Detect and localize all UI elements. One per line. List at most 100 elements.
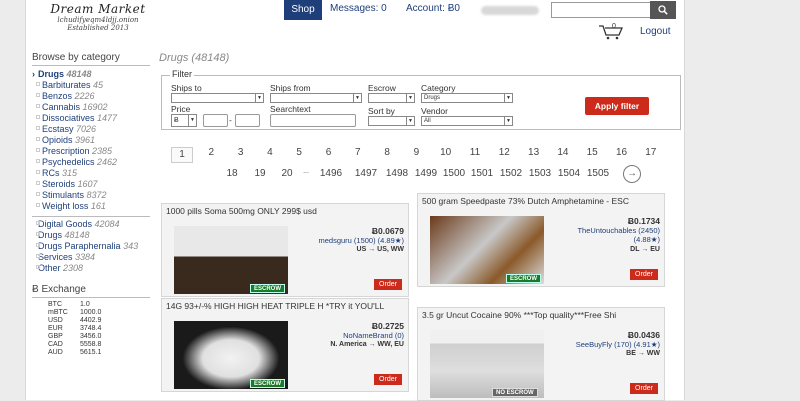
search-button[interactable] [650, 1, 676, 19]
cart-count: 0 [612, 23, 616, 30]
sidebar-item-weight-loss[interactable]: Weight loss 161 [32, 201, 150, 212]
price-max-input[interactable] [235, 114, 260, 127]
site-logo[interactable]: Dream Market lchudifyeqm4ldjj.onion Esta… [38, 2, 158, 32]
page-link-18[interactable]: 18 [221, 168, 243, 179]
search-input[interactable] [551, 2, 651, 18]
listing-title[interactable]: 500 gram Speedpaste 73% Dutch Amphetamin… [422, 196, 662, 206]
sidebar-item-drugs-paraphernalia[interactable]: Drugs Paraphernalia 343 [32, 241, 150, 252]
chevron-down-icon: ▼ [504, 117, 512, 125]
sidebar-item-rcs[interactable]: RCs 315 [32, 168, 150, 179]
sidebar-item-count: 3961 [75, 135, 96, 145]
page-link-9[interactable]: 9 [405, 147, 427, 158]
page-link-2[interactable]: 2 [200, 147, 222, 158]
exchange-row: GBP 3456.0 [32, 333, 150, 341]
vendor-link[interactable]: TheUntouchables (2450) (4.88★) [577, 226, 660, 244]
page-link-6[interactable]: 6 [318, 147, 340, 158]
sidebar-item-opioids[interactable]: Opioids 3961 [32, 135, 150, 146]
cart-button[interactable]: 0 [598, 23, 624, 40]
page-link-1498[interactable]: 1498 [382, 168, 412, 179]
logo-name: Dream Market [50, 2, 146, 16]
listing-title[interactable]: 14G 93+/-% HIGH HIGH HEAT TRIPLE H *TRY … [166, 301, 406, 311]
order-button[interactable]: Order [374, 374, 402, 385]
listing-card[interactable]: 14G 93+/-% HIGH HIGH HEAT TRIPLE H *TRY … [161, 298, 409, 392]
price-min-input[interactable] [203, 114, 228, 127]
page-link-4[interactable]: 4 [259, 147, 281, 158]
order-button[interactable]: Order [374, 279, 402, 290]
sidebar-item-count: 343 [123, 241, 139, 251]
sidebar-item-dissociatives[interactable]: Dissociatives 1477 [32, 113, 150, 124]
page-link-12[interactable]: 12 [493, 147, 515, 158]
listing-card[interactable]: 500 gram Speedpaste 73% Dutch Amphetamin… [417, 193, 665, 287]
page-link-5[interactable]: 5 [288, 147, 310, 158]
listing-title[interactable]: 1000 pills Soma 500mg ONLY 299$ usd [166, 206, 406, 216]
page-link-20[interactable]: 20 [276, 168, 298, 179]
vendor-link[interactable]: SeeBuyFly (170) (4.91★) [576, 340, 660, 349]
sidebar-item-prescription[interactable]: Prescription 2385 [32, 146, 150, 157]
order-button[interactable]: Order [630, 383, 658, 394]
sidebar-item-benzos[interactable]: Benzos 2226 [32, 91, 150, 102]
page-link-1502[interactable]: 1502 [496, 168, 526, 179]
page-link-1497[interactable]: 1497 [351, 168, 381, 179]
ships-from-select[interactable]: ▼ [270, 93, 362, 103]
page-link-15[interactable]: 15 [581, 147, 603, 158]
page-link-3[interactable]: 3 [230, 147, 252, 158]
vendor-link[interactable]: medsguru (1500) (4.89★) [318, 236, 404, 245]
page-link-1500[interactable]: 1500 [439, 168, 469, 179]
listing-price: Ƀ0.0679 [371, 226, 404, 236]
ships-to-select[interactable]: ▼ [171, 93, 264, 103]
page-link-16[interactable]: 16 [611, 147, 633, 158]
page-container: Dream Market lchudifyeqm4ldjj.onion Esta… [25, 0, 685, 401]
page-link-1[interactable]: 1 [171, 147, 193, 163]
page-link-8[interactable]: 8 [376, 147, 398, 158]
sidebar-item-barbiturates[interactable]: Barbiturates 45 [32, 80, 150, 91]
listing-card[interactable]: 3.5 gr Uncut Cocaine 90% ***Top quality*… [417, 307, 665, 401]
page-link-1496[interactable]: 1496 [316, 168, 346, 179]
sidebar-item-psychedelics[interactable]: Psychedelics 2462 [32, 157, 150, 168]
exchange-currency: EUR [48, 325, 63, 332]
page-link-1499[interactable]: 1499 [411, 168, 441, 179]
sidebar-item-steroids[interactable]: Steroids 1607 [32, 179, 150, 190]
sidebar-item-other[interactable]: Other 2308 [32, 263, 150, 274]
page-link-17[interactable]: 17 [640, 147, 662, 158]
order-button[interactable]: Order [630, 269, 658, 280]
listing-title[interactable]: 3.5 gr Uncut Cocaine 90% ***Top quality*… [422, 310, 662, 320]
sidebar-item-drugs[interactable]: › Drugs 48148 [32, 69, 150, 80]
sidebar-item-services[interactable]: Services 3384 [32, 252, 150, 263]
vendor-link[interactable]: NoNameBrand (0) [343, 331, 404, 340]
listing-card[interactable]: 1000 pills Soma 500mg ONLY 299$ usd ESCRO… [161, 203, 409, 297]
page-link-11[interactable]: 11 [464, 147, 486, 158]
shop-button[interactable]: Shop [284, 0, 322, 20]
messages-link[interactable]: Messages: 0 [330, 3, 387, 14]
chevron-down-icon: ▼ [353, 94, 361, 102]
page-link-19[interactable]: 19 [249, 168, 271, 179]
page-link-1503[interactable]: 1503 [525, 168, 555, 179]
sort-by-select[interactable]: ▼ [368, 116, 415, 126]
exchange-row: mBTC 1000.0 [32, 309, 150, 317]
sidebar-item-cannabis[interactable]: Cannabis 16902 [32, 102, 150, 113]
apply-filter-button[interactable]: Apply filter [585, 97, 649, 115]
category-select[interactable]: Drugs ▼ [421, 93, 513, 103]
sidebar-item-drugs[interactable]: Drugs 48148 [32, 230, 150, 241]
page-link-14[interactable]: 14 [552, 147, 574, 158]
sidebar-item-stimulants[interactable]: Stimulants 8372 [32, 190, 150, 201]
page-link-1501[interactable]: 1501 [467, 168, 497, 179]
page-link-10[interactable]: 10 [435, 147, 457, 158]
price-currency-select[interactable]: Ƀ ▼ [171, 114, 197, 127]
page-link-1505[interactable]: 1505 [583, 168, 613, 179]
searchtext-input[interactable] [270, 114, 356, 127]
square-bullet-icon [36, 232, 40, 236]
logout-link[interactable]: Logout [640, 26, 671, 37]
escrow-select[interactable]: ▼ [368, 93, 415, 103]
next-page-button[interactable]: → [623, 165, 641, 183]
sidebar-item-digital-goods[interactable]: Digital Goods 42084 [32, 219, 150, 230]
account-link[interactable]: Account: Ƀ0 [406, 3, 460, 14]
price-currency-value: Ƀ [174, 117, 179, 124]
vendor-select[interactable]: All ▼ [421, 116, 513, 126]
sidebar-item-label: Weight loss [42, 201, 91, 211]
page-link-7[interactable]: 7 [347, 147, 369, 158]
page-link-13[interactable]: 13 [523, 147, 545, 158]
exchange-value: 1000.0 [80, 309, 102, 316]
sidebar-item-ecstasy[interactable]: Ecstasy 7026 [32, 124, 150, 135]
exchange-value: 3456.0 [80, 333, 102, 340]
page-link-1504[interactable]: 1504 [554, 168, 584, 179]
